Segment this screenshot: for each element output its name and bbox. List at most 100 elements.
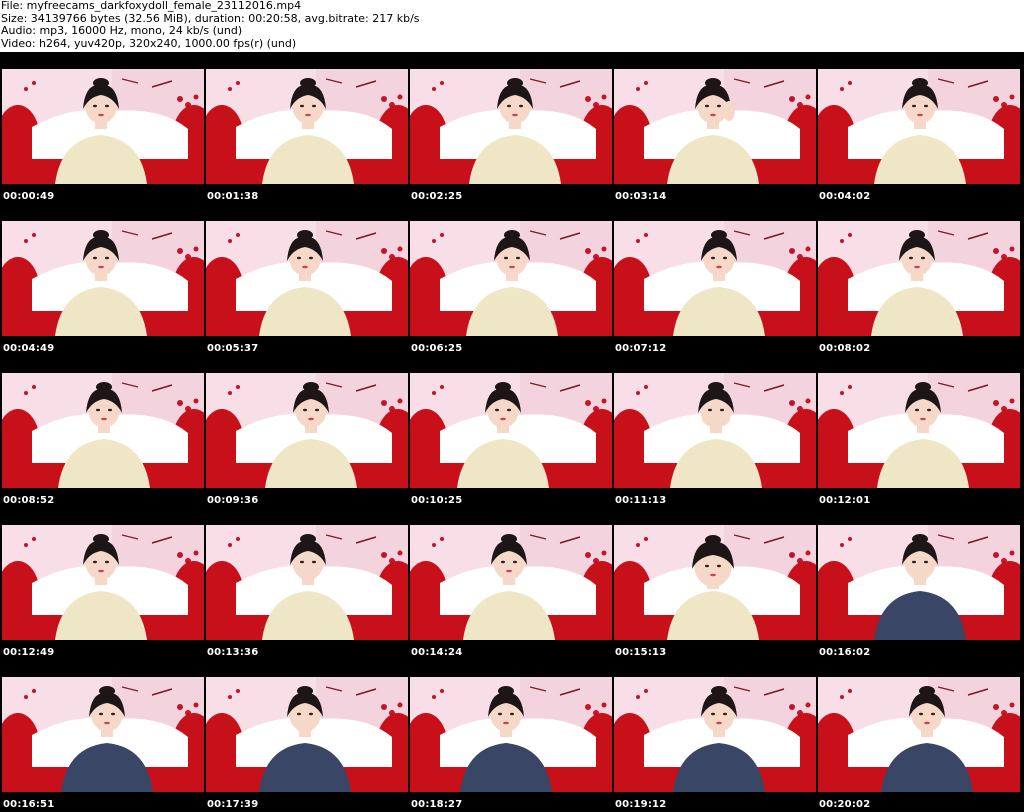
thumbnail: 00:16:02 bbox=[816, 508, 1020, 660]
frame-image bbox=[206, 69, 408, 184]
thumbnail: 00:02:25 bbox=[408, 52, 612, 204]
frame-image bbox=[818, 677, 1020, 792]
thumbnail: 00:05:37 bbox=[204, 204, 408, 356]
timestamp-label: 00:08:52 bbox=[3, 495, 55, 506]
frame-image bbox=[2, 525, 204, 640]
thumbnail: 00:04:02 bbox=[816, 52, 1020, 204]
frame-image bbox=[614, 525, 816, 640]
video-frame bbox=[410, 373, 612, 488]
thumbnail-grid: 00:00:49 00:01:38 00:02:25 00:03:14 00:0… bbox=[0, 52, 1024, 812]
video-frame bbox=[2, 677, 204, 792]
timestamp-label: 00:19:12 bbox=[615, 799, 667, 810]
frame-image bbox=[410, 221, 612, 336]
thumbnail: 00:04:49 bbox=[0, 204, 204, 356]
timestamp-label: 00:04:49 bbox=[3, 343, 55, 354]
timestamp-label: 00:08:02 bbox=[819, 343, 871, 354]
video-frame bbox=[818, 69, 1020, 184]
thumbnail: 00:07:12 bbox=[612, 204, 816, 356]
video-frame bbox=[818, 373, 1020, 488]
frame-image bbox=[818, 525, 1020, 640]
video-frame bbox=[206, 677, 408, 792]
timestamp-label: 00:16:02 bbox=[819, 647, 871, 658]
video-frame bbox=[614, 677, 816, 792]
thumbnail: 00:19:12 bbox=[612, 660, 816, 812]
frame-image bbox=[818, 221, 1020, 336]
audio-info-line: Audio: mp3, 16000 Hz, mono, 24 kb/s (und… bbox=[1, 24, 243, 38]
frame-image bbox=[410, 525, 612, 640]
info-header: File: myfreecams_darkfoxydoll_female_231… bbox=[0, 0, 1024, 52]
thumbnail: 00:12:49 bbox=[0, 508, 204, 660]
timestamp-label: 00:07:12 bbox=[615, 343, 667, 354]
timestamp-label: 00:04:02 bbox=[819, 191, 871, 202]
video-frame bbox=[2, 373, 204, 488]
timestamp-label: 00:03:14 bbox=[615, 191, 667, 202]
frame-image bbox=[2, 221, 204, 336]
thumbnail: 00:16:51 bbox=[0, 660, 204, 812]
video-frame bbox=[206, 373, 408, 488]
thumbnail: 00:00:49 bbox=[0, 52, 204, 204]
timestamp-label: 00:02:25 bbox=[411, 191, 463, 202]
video-frame bbox=[614, 525, 816, 640]
timestamp-label: 00:09:36 bbox=[207, 495, 259, 506]
timestamp-label: 00:05:37 bbox=[207, 343, 259, 354]
file-name-line: File: myfreecams_darkfoxydoll_female_231… bbox=[1, 0, 302, 12]
frame-image bbox=[2, 69, 204, 184]
frame-image bbox=[206, 525, 408, 640]
video-frame bbox=[410, 677, 612, 792]
video-frame bbox=[206, 69, 408, 184]
frame-image bbox=[410, 373, 612, 488]
video-frame bbox=[614, 373, 816, 488]
timestamp-label: 00:17:39 bbox=[207, 799, 259, 810]
thumbnail: 00:20:02 bbox=[816, 660, 1020, 812]
timestamp-label: 00:14:24 bbox=[411, 647, 463, 658]
thumbnail: 00:11:13 bbox=[612, 356, 816, 508]
timestamp-label: 00:13:36 bbox=[207, 647, 259, 658]
video-frame bbox=[818, 677, 1020, 792]
timestamp-label: 00:16:51 bbox=[3, 799, 55, 810]
frame-image bbox=[614, 677, 816, 792]
video-frame bbox=[410, 69, 612, 184]
frame-image bbox=[2, 373, 204, 488]
frame-image bbox=[410, 677, 612, 792]
thumbnail: 00:08:02 bbox=[816, 204, 1020, 356]
timestamp-label: 00:00:49 bbox=[3, 191, 55, 202]
timestamp-label: 00:12:01 bbox=[819, 495, 871, 506]
frame-image bbox=[2, 677, 204, 792]
video-frame bbox=[206, 221, 408, 336]
thumbnail: 00:06:25 bbox=[408, 204, 612, 356]
frame-image bbox=[818, 373, 1020, 488]
timestamp-label: 00:11:13 bbox=[615, 495, 667, 506]
thumbnail: 00:03:14 bbox=[612, 52, 816, 204]
timestamp-label: 00:10:25 bbox=[411, 495, 463, 506]
frame-image bbox=[206, 677, 408, 792]
thumbnail: 00:10:25 bbox=[408, 356, 612, 508]
frame-image bbox=[206, 221, 408, 336]
thumbnail: 00:14:24 bbox=[408, 508, 612, 660]
frame-image bbox=[614, 69, 816, 184]
thumbnail: 00:18:27 bbox=[408, 660, 612, 812]
video-frame bbox=[410, 525, 612, 640]
video-frame bbox=[614, 221, 816, 336]
timestamp-label: 00:15:13 bbox=[615, 647, 667, 658]
video-frame bbox=[818, 525, 1020, 640]
video-frame bbox=[410, 221, 612, 336]
thumbnail: 00:15:13 bbox=[612, 508, 816, 660]
frame-image bbox=[614, 221, 816, 336]
timestamp-label: 00:01:38 bbox=[207, 191, 259, 202]
thumbnail: 00:13:36 bbox=[204, 508, 408, 660]
timestamp-label: 00:20:02 bbox=[819, 799, 871, 810]
video-frame bbox=[614, 69, 816, 184]
timestamp-label: 00:12:49 bbox=[3, 647, 55, 658]
video-info-line: Video: h264, yuv420p, 320x240, 1000.00 f… bbox=[1, 36, 297, 50]
thumbnail: 00:17:39 bbox=[204, 660, 408, 812]
frame-image bbox=[410, 69, 612, 184]
thumbnail: 00:12:01 bbox=[816, 356, 1020, 508]
frame-image bbox=[206, 373, 408, 488]
timestamp-label: 00:18:27 bbox=[411, 799, 463, 810]
video-frame bbox=[206, 525, 408, 640]
timestamp-label: 00:06:25 bbox=[411, 343, 463, 354]
frame-image bbox=[818, 69, 1020, 184]
thumbnail: 00:08:52 bbox=[0, 356, 204, 508]
frame-image bbox=[614, 373, 816, 488]
video-frame bbox=[2, 69, 204, 184]
